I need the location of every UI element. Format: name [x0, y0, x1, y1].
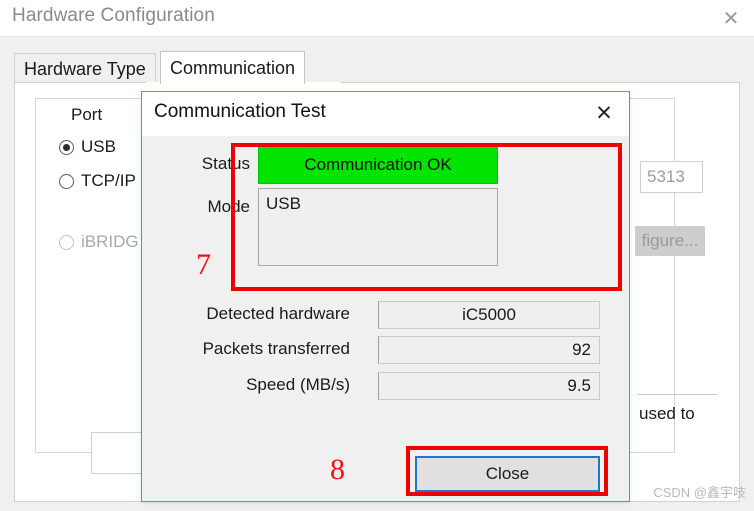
- radio-tcpip[interactable]: TCP/IP: [59, 171, 136, 191]
- radio-tcpip-label: TCP/IP: [81, 171, 136, 190]
- annotation-number-8: 8: [330, 453, 345, 486]
- packets-transferred-label: Packets transferred: [202, 339, 350, 358]
- close-icon[interactable]: ✕: [718, 6, 744, 30]
- speed-label: Speed (MB/s): [246, 375, 350, 394]
- status-label: Status: [201, 154, 250, 173]
- divider: [637, 394, 717, 395]
- tab-communication[interactable]: Communication: [160, 51, 306, 84]
- radio-usb-indicator: [59, 139, 74, 155]
- watermark: CSDN @鑫宇吱: [653, 485, 746, 500]
- packets-transferred-value: 92: [378, 336, 600, 364]
- mode-label: Mode: [207, 197, 250, 216]
- dialog-titlebar: Communication Test ✕: [142, 92, 629, 136]
- detected-hardware-label: Detected hardware: [206, 304, 350, 323]
- speed-value: 9.5: [378, 372, 600, 400]
- port-groupbox-legend: Port: [66, 105, 108, 125]
- configure-button[interactable]: figure...: [635, 226, 705, 256]
- tab-strip: Hardware Type Communication: [14, 51, 740, 84]
- tab-hardware-type[interactable]: Hardware Type: [14, 53, 156, 83]
- status-value: Communication OK: [258, 145, 498, 184]
- dialog-title: Communication Test: [154, 101, 326, 122]
- page-title: Hardware Configuration: [12, 5, 215, 26]
- dialog-close-icon[interactable]: ✕: [591, 101, 617, 125]
- radio-usb-label: USB: [81, 137, 116, 156]
- screen-root: Hardware Configuration ✕ Hardware Type C…: [0, 0, 754, 511]
- mode-value[interactable]: USB: [258, 188, 498, 266]
- tcp-port-input[interactable]: 5313: [640, 161, 703, 193]
- radio-ibridge: iBRIDG: [59, 232, 139, 252]
- radio-ibridge-indicator: [59, 234, 74, 250]
- detected-hardware-value: iC5000: [378, 301, 600, 329]
- host-titlebar: Hardware Configuration ✕: [0, 0, 754, 36]
- dialog-close-button[interactable]: Close: [415, 456, 600, 492]
- radio-usb[interactable]: USB: [59, 137, 116, 157]
- radio-ibridge-label: iBRIDG: [81, 232, 139, 251]
- annotation-number-7: 7: [196, 248, 211, 281]
- communication-test-dialog: Communication Test ✕ Status Communicatio…: [141, 91, 630, 502]
- tab-page-top-border: [14, 82, 740, 83]
- radio-tcpip-indicator: [59, 173, 74, 189]
- hint-text: used to: [639, 404, 695, 423]
